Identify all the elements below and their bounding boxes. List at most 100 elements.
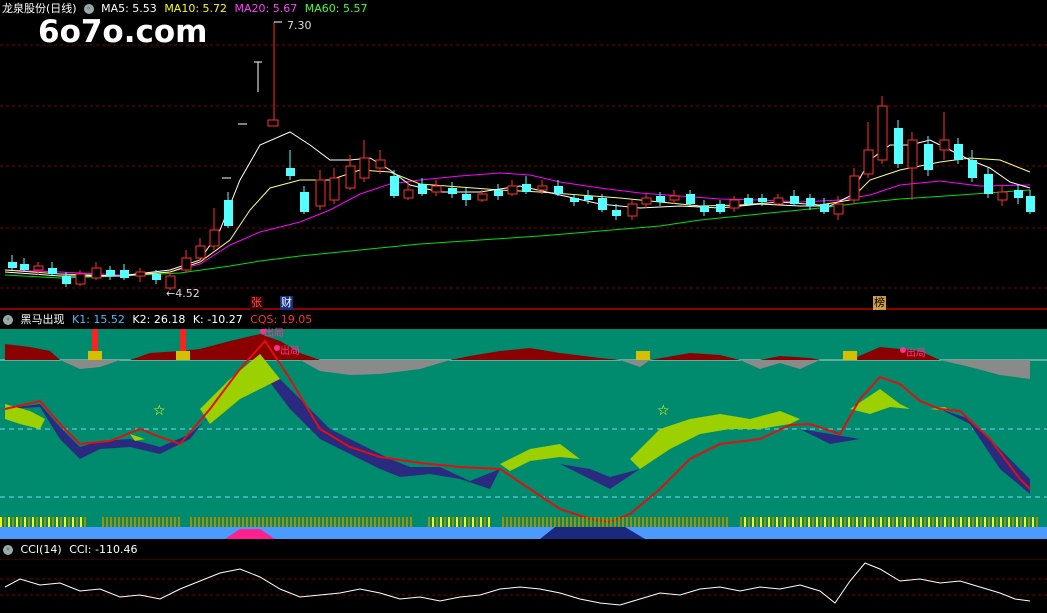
candle-body — [195, 245, 206, 259]
star-icon: ☆ — [153, 403, 166, 419]
signal-stripe — [1008, 517, 1010, 527]
candle-body — [984, 174, 993, 194]
candle-body — [224, 200, 233, 226]
heima-indicator-chart[interactable]: ☆ ☆ — [0, 329, 1047, 539]
signal-stripe — [20, 517, 22, 527]
signal-stripe — [52, 517, 54, 527]
candle-body — [554, 186, 563, 194]
signal-stripe — [530, 517, 532, 527]
signal-stripe — [246, 517, 248, 527]
signal-stripe — [674, 517, 676, 527]
badge-bang[interactable]: 榜 — [873, 296, 886, 310]
signal-stripe — [390, 517, 392, 527]
panel-toggle-icon[interactable]: ◦ — [3, 545, 13, 555]
signal-stripe — [570, 517, 572, 527]
signal-stripe — [626, 517, 628, 527]
candle-body — [627, 203, 638, 217]
signal-stripe — [760, 517, 762, 527]
candle-body — [315, 179, 326, 207]
signal-stripe — [888, 517, 890, 527]
exit-label: 出局 — [906, 348, 926, 359]
signal-stripe — [776, 517, 778, 527]
signal-stripe — [896, 517, 898, 527]
signal-stripe — [546, 517, 548, 527]
cci-title: CCI(14) — [20, 543, 62, 556]
signal-stripe — [206, 517, 208, 527]
signal-stripe — [402, 517, 404, 527]
candle-body — [656, 196, 665, 202]
signal-stripe — [452, 517, 454, 527]
candle-body — [152, 274, 161, 280]
ma10-line — [4, 157, 1031, 277]
candle-body — [744, 198, 753, 204]
signal-stripe — [662, 517, 664, 527]
signal-stripe — [614, 517, 616, 527]
signal-stripe — [278, 517, 280, 527]
signal-stripe — [8, 517, 10, 527]
signal-stripe — [106, 517, 108, 527]
signal-stripe — [476, 517, 478, 527]
signal-stripe — [784, 517, 786, 527]
signal-stripe — [908, 517, 910, 527]
candle-body — [537, 185, 548, 191]
signal-stripe — [150, 517, 152, 527]
badge-cai[interactable]: 财 — [280, 296, 293, 310]
signal-stripe — [170, 517, 172, 527]
signal-stripe — [242, 517, 244, 527]
signal-stripe — [122, 517, 124, 527]
signal-stripe — [32, 517, 34, 527]
signal-stripe — [952, 517, 954, 527]
signal-stripe — [852, 517, 854, 527]
signal-stripe — [856, 517, 858, 527]
signal-stripe — [900, 517, 902, 527]
signal-stripe — [1016, 517, 1018, 527]
candle-body — [954, 144, 963, 160]
signal-stripe — [218, 517, 220, 527]
signal-stripe — [202, 517, 204, 527]
signal-stripe — [382, 517, 384, 527]
signal-stripe — [714, 517, 716, 527]
signal-stripe — [984, 517, 986, 527]
yellow-signal-block — [636, 351, 650, 360]
k1-label: K1: 15.52 — [72, 313, 125, 326]
candle-body — [907, 139, 918, 169]
signal-stripe — [282, 517, 284, 527]
signal-stripe — [892, 517, 894, 527]
signal-stripe — [258, 517, 260, 527]
signal-stripe — [318, 517, 320, 527]
signal-stripe — [622, 517, 624, 527]
candle-body — [477, 193, 488, 201]
signal-stripe — [102, 517, 104, 527]
signal-stripe — [366, 517, 368, 527]
red-signal-bar — [180, 329, 186, 351]
signal-stripe — [274, 517, 276, 527]
candle-body — [62, 276, 71, 284]
ma5-line — [4, 131, 1031, 277]
signal-stripe — [976, 517, 978, 527]
candlestick-chart[interactable] — [0, 0, 1047, 310]
signal-stripe — [522, 517, 524, 527]
signal-stripe — [286, 517, 288, 527]
signal-stripe — [956, 517, 958, 527]
cci-value-label: CCI: -110.46 — [69, 543, 138, 556]
signal-stripe — [884, 517, 886, 527]
candle-body — [612, 210, 621, 216]
signal-stripe — [788, 517, 790, 527]
signal-stripe — [1000, 517, 1002, 527]
signal-stripe — [828, 517, 830, 527]
signal-stripe — [230, 517, 232, 527]
candle-body — [773, 197, 784, 205]
signal-stripe — [804, 517, 806, 527]
signal-stripe — [460, 517, 462, 527]
candle-body — [758, 198, 767, 202]
signal-stripe — [154, 517, 156, 527]
signal-stripe — [578, 517, 580, 527]
signal-stripe — [964, 517, 966, 527]
candle-body — [716, 204, 725, 212]
panel-toggle-icon[interactable]: ◦ — [3, 315, 13, 325]
cci-chart[interactable] — [0, 559, 1047, 613]
signal-stripe — [310, 517, 312, 527]
signal-stripe — [574, 517, 576, 527]
signal-stripe — [166, 517, 168, 527]
badge-zhang[interactable]: 张 — [250, 296, 263, 310]
